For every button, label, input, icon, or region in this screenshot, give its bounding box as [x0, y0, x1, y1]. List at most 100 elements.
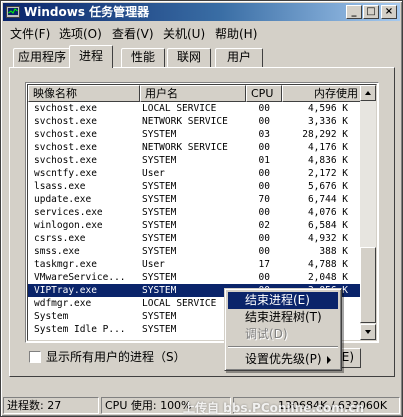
task-manager-icon	[6, 6, 20, 18]
menu-item-debug: 调试(D)	[228, 326, 338, 343]
cell-image-name: svchost.exe	[34, 142, 97, 153]
table-row[interactable]: csrss.exe SYSTEM 00 4,932 K	[28, 232, 363, 245]
cell-image-name: svchost.exe	[34, 129, 97, 140]
scroll-up-button[interactable]	[360, 85, 376, 101]
cell-cpu: 03	[258, 129, 270, 140]
cell-user-name: NETWORK SERVICE	[142, 142, 228, 153]
cell-image-name: VMwareService...	[34, 272, 126, 283]
menu-separator	[228, 346, 338, 348]
menu-file[interactable]: 文件(F)	[10, 25, 50, 42]
cell-memory: 3,336 K	[307, 116, 348, 127]
table-row[interactable]: services.exe SYSTEM 00 4,076 K	[28, 206, 363, 219]
cell-cpu: 70	[258, 194, 270, 205]
cell-memory: 4,836 K	[307, 155, 348, 166]
tab-processes[interactable]: 进程	[69, 45, 113, 68]
status-process-count: 进程数: 27	[3, 397, 99, 414]
cell-cpu: 02	[258, 220, 270, 231]
cell-image-name: VIPTray.exe	[34, 285, 97, 296]
table-row[interactable]: svchost.exe NETWORK SERVICE 00 4,176 K	[28, 141, 363, 154]
cell-cpu: 00	[258, 272, 270, 283]
menu-bar: 文件(F) 选项(O) 查看(V) 关机(U) 帮助(H)	[3, 23, 400, 41]
tab-performance[interactable]: 性能	[121, 48, 165, 67]
cell-user-name: User	[142, 168, 165, 179]
table-row[interactable]: lsass.exe SYSTEM 00 5,676 K	[28, 180, 363, 193]
cell-memory: 4,788 K	[307, 259, 348, 270]
cell-image-name: svchost.exe	[34, 155, 97, 166]
cell-memory: 6,584 K	[307, 220, 348, 231]
context-menu: 结束进程(E) 结束进程树(T) 调试(D) 设置优先级(P)	[224, 288, 342, 371]
scrollbar-thumb[interactable]	[360, 247, 376, 323]
table-row[interactable]: taskmgr.exe User 17 4,788 K	[28, 258, 363, 271]
menu-options[interactable]: 选项(O)	[59, 25, 102, 42]
cell-user-name: SYSTEM	[142, 181, 177, 192]
window-title: Windows 任务管理器	[24, 5, 150, 19]
cell-cpu: 00	[258, 207, 270, 218]
arrow-down-icon	[365, 330, 371, 334]
cell-user-name: SYSTEM	[142, 207, 177, 218]
column-header-memory[interactable]: 内存使用	[282, 85, 363, 102]
cell-cpu: 00	[258, 116, 270, 127]
cell-cpu: 17	[258, 259, 270, 270]
cell-cpu: 00	[258, 233, 270, 244]
table-row[interactable]: wscntfy.exe User 00 2,172 K	[28, 167, 363, 180]
cell-image-name: winlogon.exe	[34, 220, 103, 231]
cell-image-name: taskmgr.exe	[34, 259, 97, 270]
cell-user-name: User	[142, 259, 165, 270]
cell-cpu: 00	[258, 103, 270, 114]
table-row[interactable]: svchost.exe SYSTEM 01 4,836 K	[28, 154, 363, 167]
cell-user-name: SYSTEM	[142, 233, 177, 244]
menu-item-label: 设置优先级(P)	[245, 352, 322, 366]
cell-user-name: NETWORK SERVICE	[142, 116, 228, 127]
cell-cpu: 01	[258, 155, 270, 166]
menu-item-label: 结束进程(E)	[245, 293, 310, 307]
menu-view[interactable]: 查看(V)	[112, 25, 154, 42]
menu-help[interactable]: 帮助(H)	[215, 25, 257, 42]
table-row[interactable]: winlogon.exe SYSTEM 02 6,584 K	[28, 219, 363, 232]
cell-image-name: wscntfy.exe	[34, 168, 97, 179]
maximize-button[interactable]: □	[363, 5, 379, 19]
table-row[interactable]: smss.exe SYSTEM 00 388 K	[28, 245, 363, 258]
cell-cpu: 00	[258, 168, 270, 179]
vertical-scrollbar[interactable]	[360, 85, 376, 340]
minimize-button[interactable]: _	[346, 5, 362, 19]
table-row[interactable]: svchost.exe NETWORK SERVICE 00 3,336 K	[28, 115, 363, 128]
column-header-user-name[interactable]: 用户名	[140, 85, 246, 102]
cell-image-name: System Idle P...	[34, 324, 126, 335]
show-all-users-label: 显示所有用户的进程（S）	[46, 350, 186, 364]
table-row[interactable]: svchost.exe LOCAL SERVICE 00 4,596 K	[28, 102, 363, 115]
tab-networking[interactable]: 联网	[167, 48, 211, 67]
column-header-row: 映像名称 用户名 CPU 内存使用	[28, 85, 363, 102]
submenu-arrow-icon	[327, 356, 331, 364]
cell-memory: 6,744 K	[307, 194, 348, 205]
title-bar[interactable]: Windows 任务管理器 _ □ ×	[3, 3, 400, 21]
menu-item-end-process-tree[interactable]: 结束进程树(T)	[228, 309, 338, 326]
cell-memory: 2,172 K	[307, 168, 348, 179]
table-row[interactable]: VMwareService... SYSTEM 00 2,048 K	[28, 271, 363, 284]
cell-image-name: csrss.exe	[34, 233, 86, 244]
scroll-down-button[interactable]	[360, 324, 376, 340]
column-header-cpu[interactable]: CPU	[246, 85, 282, 102]
cell-user-name: SYSTEM	[142, 246, 177, 257]
cell-user-name: SYSTEM	[142, 155, 177, 166]
close-button[interactable]: ×	[381, 5, 397, 19]
tab-applications[interactable]: 应用程序	[13, 48, 71, 67]
cell-memory: 4,176 K	[307, 142, 348, 153]
cell-memory: 5,676 K	[307, 181, 348, 192]
cell-user-name: SYSTEM	[142, 129, 177, 140]
arrow-up-icon	[365, 91, 371, 95]
cell-image-name: svchost.exe	[34, 116, 97, 127]
menu-item-set-priority[interactable]: 设置优先级(P)	[228, 351, 338, 368]
cell-memory: 4,932 K	[307, 233, 348, 244]
cell-image-name: System	[34, 311, 69, 322]
table-row[interactable]: update.exe SYSTEM 70 6,744 K	[28, 193, 363, 206]
cell-image-name: services.exe	[34, 207, 103, 218]
column-header-image-name[interactable]: 映像名称	[28, 85, 140, 102]
table-row[interactable]: svchost.exe SYSTEM 03 28,292 K	[28, 128, 363, 141]
cell-memory: 28,292 K	[302, 129, 348, 140]
cell-image-name: svchost.exe	[34, 103, 97, 114]
menu-shutdown[interactable]: 关机(U)	[163, 25, 205, 42]
cell-user-name: LOCAL SERVICE	[142, 103, 217, 114]
tab-users[interactable]: 用户	[215, 48, 263, 67]
show-all-users-checkbox[interactable]	[29, 351, 41, 363]
menu-item-end-process[interactable]: 结束进程(E)	[228, 292, 338, 309]
